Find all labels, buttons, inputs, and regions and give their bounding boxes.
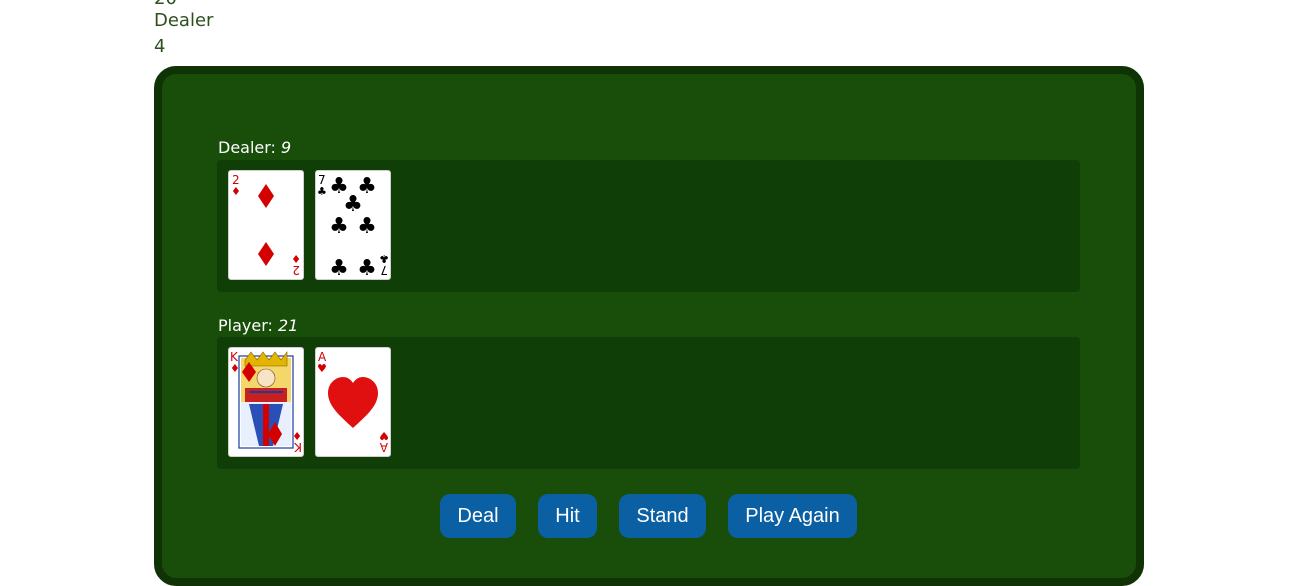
stand-button[interactable]: Stand <box>619 494 706 538</box>
player-label: Player: 21 <box>218 316 298 335</box>
club-icon: ♣ <box>329 214 349 239</box>
club-icon: ♣ <box>357 214 377 239</box>
diamond-icon: ♦ <box>292 429 302 442</box>
diamond-icon: ♦ <box>230 362 240 375</box>
heart-icon: ♥ <box>379 429 389 442</box>
dealer-hand: 2 ♦ 2 ♦ 7 ♣ ♣ ♣ ♣ ♣ ♣ ♣ ♣ 7 ♣ <box>217 160 1080 292</box>
dealer-card-2-diamonds: 2 ♦ 2 ♦ <box>228 170 304 280</box>
heart-icon: ♥ <box>317 362 327 375</box>
club-icon: ♣ <box>379 252 389 265</box>
score-line-3: 4 <box>154 36 166 57</box>
player-hand: K ♦ K ♦ A ♥ A ♥ <box>217 337 1080 469</box>
club-icon: ♣ <box>317 185 327 198</box>
play-again-button[interactable]: Play Again <box>728 494 857 538</box>
blackjack-table: Dealer: 9 2 ♦ 2 ♦ 7 ♣ ♣ ♣ ♣ ♣ ♣ ♣ ♣ 7 ♣ … <box>154 66 1144 586</box>
king-portrait-icon <box>238 351 294 449</box>
diamond-icon <box>258 242 274 266</box>
club-icon: ♣ <box>357 256 377 279</box>
club-icon: ♣ <box>329 256 349 279</box>
score-line-2: Dealer <box>154 10 214 31</box>
player-label-text: Player: <box>218 316 278 335</box>
player-score: 21 <box>277 316 299 335</box>
diamond-icon <box>258 184 274 208</box>
dealer-label: Dealer: 9 <box>218 138 291 157</box>
deal-button[interactable]: Deal <box>440 494 516 538</box>
heart-icon <box>328 377 378 428</box>
dealer-score: 9 <box>281 138 292 157</box>
dealer-label-text: Dealer: <box>218 138 282 157</box>
hit-button[interactable]: Hit <box>538 494 597 538</box>
player-card-a-hearts: A ♥ A ♥ <box>315 347 391 457</box>
player-card-k-diamonds: K ♦ K ♦ <box>228 347 304 457</box>
dealer-card-7-clubs: 7 ♣ ♣ ♣ ♣ ♣ ♣ ♣ ♣ 7 ♣ <box>315 170 391 280</box>
diamond-icon: ♦ <box>291 252 301 265</box>
diamond-icon: ♦ <box>231 185 241 198</box>
